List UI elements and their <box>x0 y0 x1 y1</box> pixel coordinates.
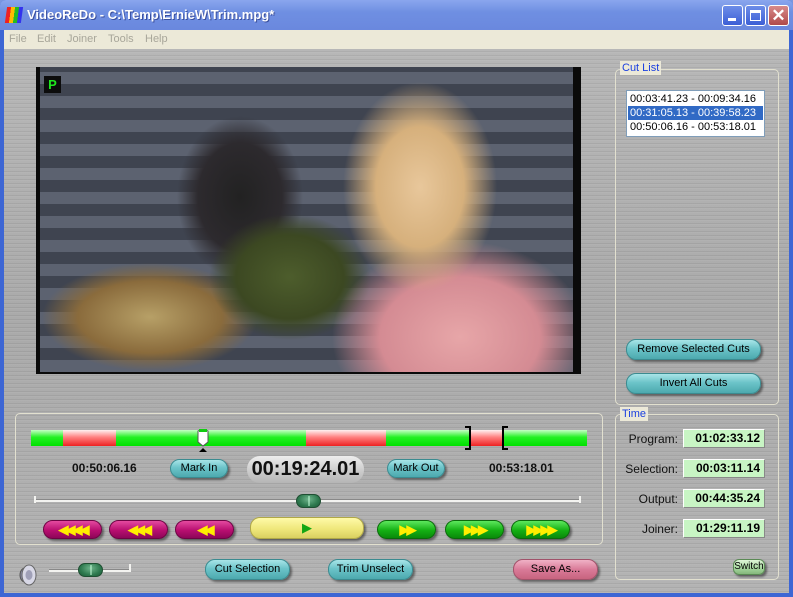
speaker-icon[interactable] <box>16 563 40 587</box>
invert-all-cuts-button[interactable]: Invert All Cuts <box>626 373 761 394</box>
joiner-time-label: Joiner: <box>641 522 678 536</box>
menu-help[interactable]: Help <box>145 33 168 45</box>
video-frame <box>40 67 573 372</box>
osd-frame-type-indicator: P <box>44 76 61 93</box>
output-time-value: 00:44:35.24 <box>683 489 765 508</box>
rewind-4x-button[interactable]: ◀◀◀◀ <box>43 520 102 539</box>
program-time-value: 01:02:33.12 <box>683 429 765 448</box>
mark-in-time: 00:50:06.16 <box>72 461 137 475</box>
timeline-cut-segment <box>471 430 503 446</box>
video-preview[interactable]: P <box>36 67 581 374</box>
selection-time-label: Selection: <box>625 462 678 476</box>
videoredo-app-icon <box>4 7 24 23</box>
output-time-label: Output: <box>638 492 678 506</box>
cut-list-item[interactable]: 00:50:06.16 - 00:53:18.01 <box>628 120 763 134</box>
minimize-button[interactable] <box>722 5 743 26</box>
selection-time-value: 00:03:11.14 <box>683 459 765 478</box>
mark-in-button[interactable]: Mark In <box>170 459 228 478</box>
rewind-2x-button[interactable]: ◀◀ <box>175 520 234 539</box>
title-bar[interactable]: VideoReDo - C:\Temp\ErnieW\Trim.mpg* ✕ <box>0 0 793 30</box>
rewind-3x-button[interactable]: ◀◀◀ <box>109 520 168 539</box>
maximize-icon <box>750 10 761 21</box>
timeline-cut-segment <box>306 430 386 446</box>
time-label: Time <box>620 407 649 421</box>
volume-slider-end-cap <box>129 564 131 571</box>
switch-button[interactable]: Switch <box>733 559 765 575</box>
mark-out-button[interactable]: Mark Out <box>387 459 445 478</box>
menu-tools[interactable]: Tools <box>108 33 134 45</box>
playhead-marker-icon[interactable] <box>197 428 209 452</box>
scrub-slider-start-cap <box>34 496 36 503</box>
current-time-display: 00:19:24.01 <box>247 456 364 483</box>
close-icon: ✕ <box>771 6 786 25</box>
play-button[interactable]: ▶ <box>250 517 364 539</box>
scrub-slider-end-cap <box>579 496 581 503</box>
timeline-cut-segment <box>62 430 116 446</box>
mark-out-time: 00:53:18.01 <box>489 461 554 475</box>
selection-end-bracket[interactable] <box>502 426 509 450</box>
app-window: VideoReDo - C:\Temp\ErnieW\Trim.mpg* ✕ F… <box>0 0 793 597</box>
save-as-button[interactable]: Save As... <box>513 559 598 580</box>
maximize-button[interactable] <box>745 5 766 26</box>
fast-forward-3x-button[interactable]: ▶▶▶ <box>445 520 504 539</box>
main-panel: P Cut List 00:03:41.23 - 00:09:34.16 00:… <box>4 49 789 593</box>
menu-bar: File Edit Joiner Tools Help <box>4 30 789 49</box>
menu-file[interactable]: File <box>9 33 27 45</box>
program-time-label: Program: <box>628 432 678 446</box>
joiner-time-value: 01:29:11.19 <box>683 519 765 538</box>
cut-list[interactable]: 00:03:41.23 - 00:09:34.16 00:31:05.13 - … <box>626 90 765 137</box>
trim-unselect-button[interactable]: Trim Unselect <box>328 559 413 580</box>
menu-joiner[interactable]: Joiner <box>67 33 97 45</box>
cut-selection-button[interactable]: Cut Selection <box>205 559 290 580</box>
fast-forward-4x-button[interactable]: ▶▶▶▶ <box>511 520 570 539</box>
cut-list-label: Cut List <box>620 61 662 75</box>
scrub-slider-thumb[interactable] <box>295 494 321 508</box>
menu-edit[interactable]: Edit <box>37 33 56 45</box>
window-title: VideoReDo - C:\Temp\ErnieW\Trim.mpg* <box>27 7 275 22</box>
cut-list-item[interactable]: 00:03:41.23 - 00:09:34.16 <box>628 92 763 106</box>
remove-selected-cuts-button[interactable]: Remove Selected Cuts <box>626 339 761 360</box>
cut-list-item[interactable]: 00:31:05.13 - 00:39:58.23 <box>628 106 763 120</box>
close-button[interactable]: ✕ <box>768 5 789 26</box>
volume-slider-thumb[interactable] <box>78 563 103 577</box>
selection-start-bracket[interactable] <box>465 426 472 450</box>
fast-forward-2x-button[interactable]: ▶▶ <box>377 520 436 539</box>
timeline-bar[interactable] <box>31 426 587 452</box>
minimize-icon <box>728 18 736 21</box>
